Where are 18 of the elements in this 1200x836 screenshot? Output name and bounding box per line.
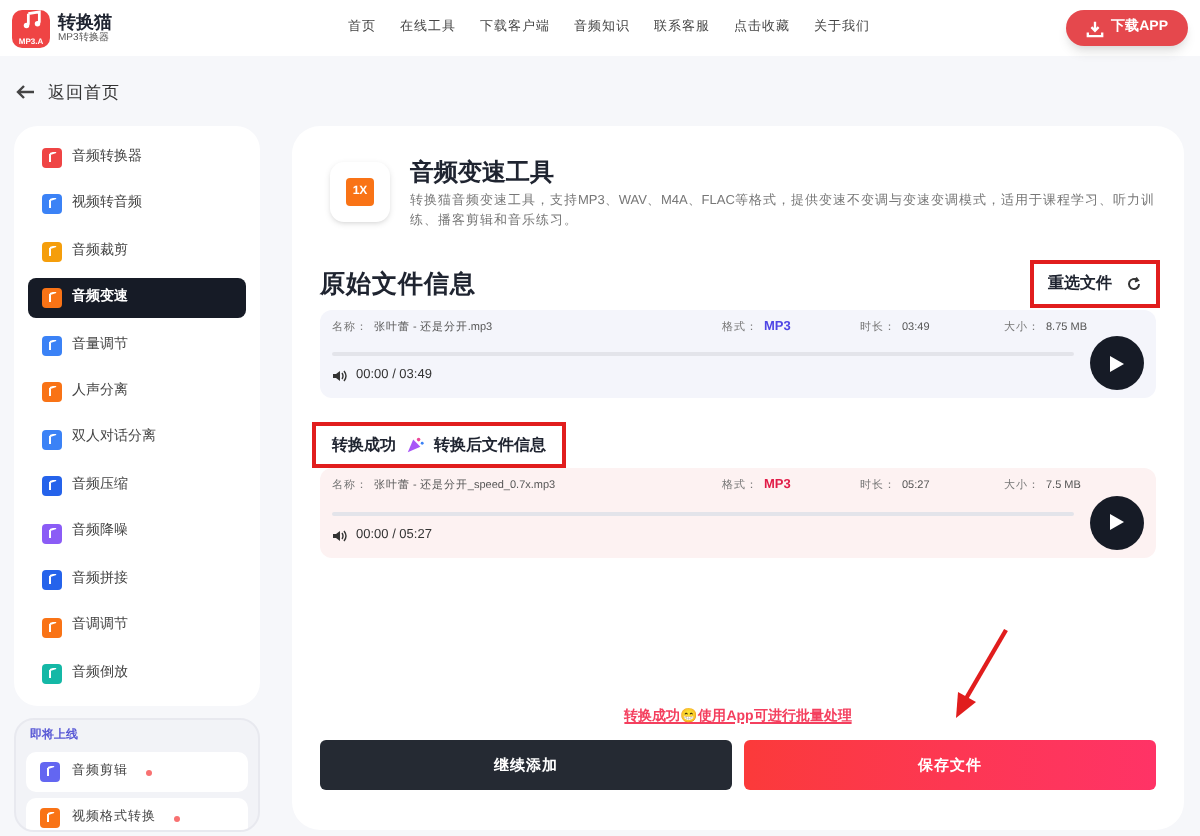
- annotation-arrow: [952, 626, 1012, 722]
- status-text: 转换成功: [332, 433, 396, 458]
- play-icon: [1108, 353, 1126, 374]
- speaker-icon[interactable]: [332, 527, 348, 543]
- section-title: 原始文件信息: [320, 267, 476, 302]
- party-popper-icon: [406, 436, 424, 455]
- speaker-icon[interactable]: [332, 368, 348, 385]
- back-arrow-icon[interactable]: [16, 82, 36, 102]
- download-icon: [1085, 19, 1104, 37]
- play-icon: [1108, 512, 1126, 532]
- refresh-icon: [1126, 276, 1142, 292]
- reselect-file-button[interactable]: 重选文件: [1030, 260, 1160, 308]
- logo-title: 转换猫: [58, 12, 112, 32]
- section-title: 转换后文件信息: [434, 433, 546, 458]
- play-button[interactable]: [1090, 495, 1144, 549]
- back-link[interactable]: 返回首页: [48, 79, 120, 105]
- tool-title: 音频变速工具: [410, 156, 556, 190]
- play-button[interactable]: [1090, 336, 1144, 391]
